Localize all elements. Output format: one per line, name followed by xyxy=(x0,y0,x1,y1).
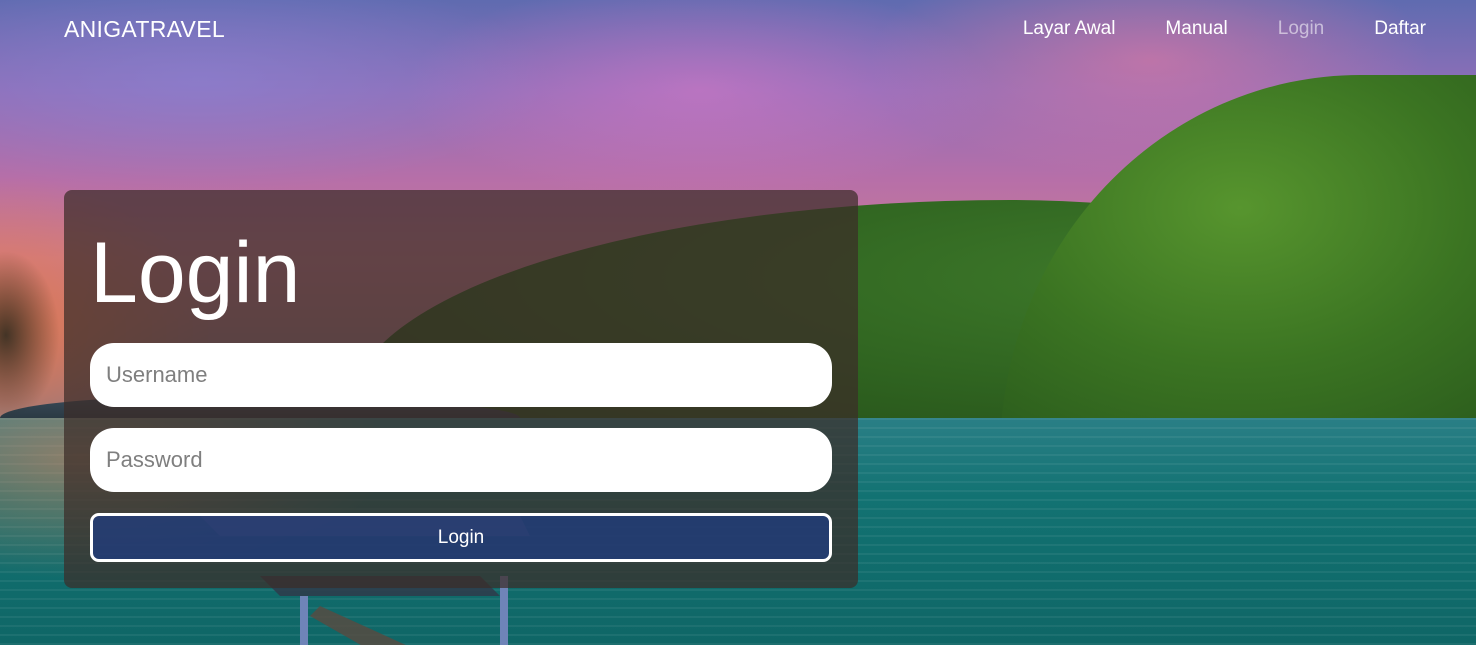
login-button[interactable]: Login xyxy=(90,513,832,562)
nav-link-daftar[interactable]: Daftar xyxy=(1374,18,1426,40)
tree-silhouette xyxy=(0,250,60,420)
nav-link-login[interactable]: Login xyxy=(1278,18,1325,40)
nav-links: Layar Awal Manual Login Daftar xyxy=(1023,18,1426,40)
forest-hill-front xyxy=(1000,75,1476,455)
login-card: Login Login xyxy=(64,190,858,588)
navbar: ANIGATRAVEL Layar Awal Manual Login Daft… xyxy=(0,0,1476,60)
nav-link-manual[interactable]: Manual xyxy=(1165,18,1227,40)
nav-link-layar-awal[interactable]: Layar Awal xyxy=(1023,18,1116,40)
login-title: Login xyxy=(90,225,301,321)
password-input[interactable] xyxy=(90,428,832,492)
brand-logo[interactable]: ANIGATRAVEL xyxy=(64,16,225,43)
username-input[interactable] xyxy=(90,343,832,407)
